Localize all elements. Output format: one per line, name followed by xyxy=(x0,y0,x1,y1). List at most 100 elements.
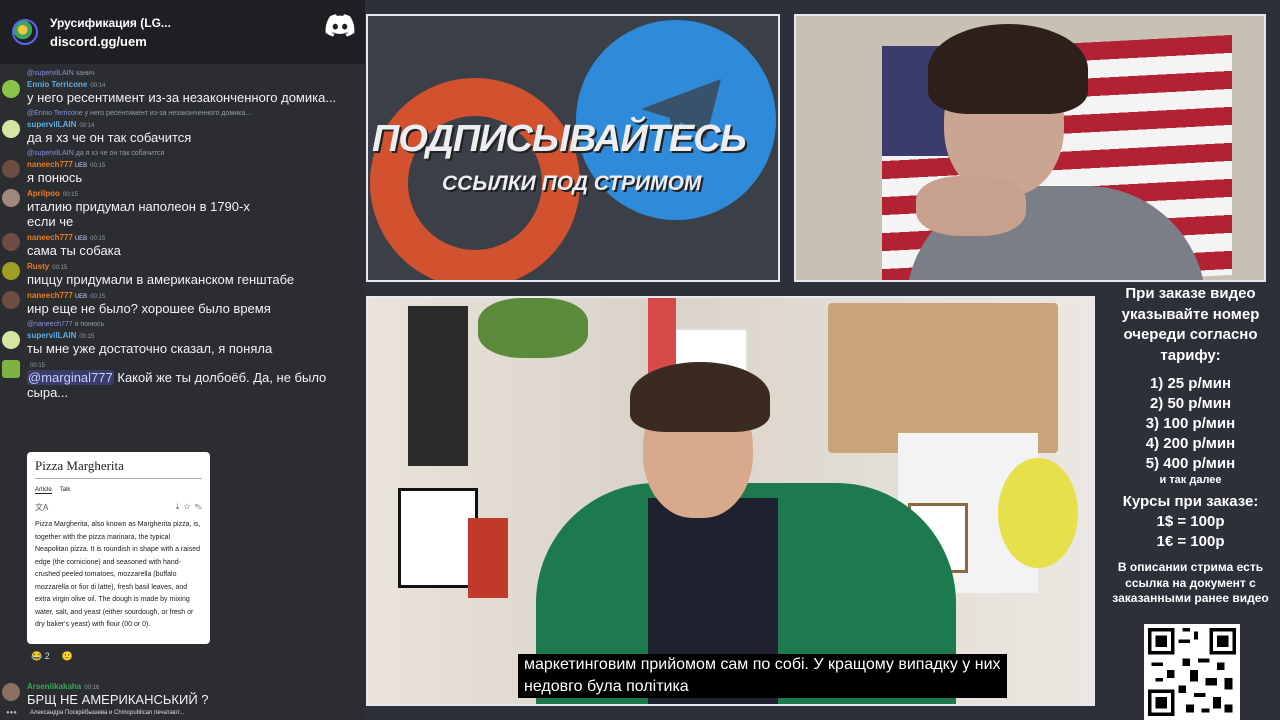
username[interactable]: Arseniikakaha xyxy=(27,682,81,691)
promo-subtitle: ССЫЛКИ ПОД СТРИМОМ xyxy=(442,172,702,195)
wiki-title: Pizza Margherita xyxy=(35,458,202,479)
wiki-tab-talk: Talk xyxy=(59,487,71,493)
username[interactable]: Aprilpoo xyxy=(27,189,60,198)
promo-panel: ПОДПИСЫВАЙТЕСЬ ССЫЛКИ ПОД СТРИМОМ xyxy=(366,14,780,282)
timestamp: 00:15 xyxy=(90,294,106,300)
message-text: да я хз че он так собачится xyxy=(27,130,192,145)
discord-logo-icon xyxy=(325,14,355,37)
order-instructions: При заказе видео указывайте номер очеред… xyxy=(1121,285,1260,364)
chat-message[interactable]: @supervilLAIN ханич Ennio Terricone 00:14… xyxy=(0,68,365,105)
user-avatar[interactable] xyxy=(2,291,20,309)
user-avatar[interactable] xyxy=(2,331,20,349)
chat-message[interactable]: Aprilpoo 00:15 италию придумал наполеон в… xyxy=(0,188,365,229)
reply-preview[interactable]: @supervilLAIN ханич xyxy=(27,68,365,79)
typing-indicator: ●●● Александра Поскрёбышева и Chmopublic… xyxy=(0,706,365,720)
star-icon: ☆ xyxy=(183,502,191,511)
username[interactable]: naneech777 xyxy=(27,291,73,300)
poster-image xyxy=(408,306,468,466)
user-avatar[interactable] xyxy=(2,189,20,207)
message-text: ты мне уже достаточно сказал, я поняла xyxy=(27,341,273,356)
chat-message[interactable]: 00:15 @marginal777 Какой же ты долбоёб. … xyxy=(0,359,365,400)
username[interactable]: naneech777 xyxy=(27,160,73,169)
rates-title: Курсы при заказе: xyxy=(1122,493,1259,510)
user-mention[interactable]: @marginal777 xyxy=(27,370,114,385)
message-text: италию придумал наполеон в 1790-х xyxy=(27,199,250,214)
subtitle-line: недовго була політика xyxy=(524,678,689,695)
edit-icon: ✎ xyxy=(194,502,202,511)
server-invite-link[interactable]: discord.gg/uem xyxy=(50,34,171,49)
tariff-item: 3) 100 р/мин xyxy=(1145,415,1236,432)
chat-message[interactable]: @supervilLAIN да я хз че он так собачитс… xyxy=(0,148,365,185)
timestamp: 00:15 xyxy=(62,192,78,198)
tariff-item: 2) 50 р/мин xyxy=(1149,395,1232,412)
tariff-item: 1) 25 р/мин xyxy=(1149,375,1232,392)
message-text: я понюсь xyxy=(27,170,83,185)
chat-panel: Урусификация (LG... discord.gg/uem @supe… xyxy=(0,0,365,720)
tariff-list: 1) 25 р/мин 2) 50 р/мин 3) 100 р/мин 4) … xyxy=(1101,374,1280,486)
message-text: инр еще не было? хорошее было время xyxy=(27,301,271,316)
message-text: пиццу придумали в американском генштабе xyxy=(27,272,295,287)
chat-message[interactable]: Arseniikakaha 00:16 БРЩ НЕ АМЕРИКАНСЬКИЙ … xyxy=(0,681,365,707)
user-avatar[interactable] xyxy=(2,120,20,138)
tariff-more: и так далее xyxy=(1159,474,1222,486)
username[interactable]: naneech777 xyxy=(27,233,73,242)
user-avatar[interactable] xyxy=(2,262,20,280)
pegboard-image xyxy=(828,303,1058,453)
timestamp: 00:16 xyxy=(84,685,100,691)
chat-message[interactable]: Rusty 00:15 пиццу придумали в американско… xyxy=(0,261,365,287)
reply-preview[interactable]: @Ennio Terricone у него ресентимент из-з… xyxy=(27,108,365,119)
message-text: сама ты собака xyxy=(27,243,121,258)
wiki-body-text: Pizza Margherita, also known as Margheri… xyxy=(35,521,201,628)
username[interactable]: Rusty xyxy=(27,262,49,271)
reply-preview[interactable]: @supervilLAIN да я хз че он так собачитс… xyxy=(27,148,365,159)
typing-text: Александра Поскрёбышева и Chmopublican п… xyxy=(30,710,185,716)
user-avatar[interactable] xyxy=(2,683,20,701)
subtitle-line: маркетинговим прийомом сам по собі. У кр… xyxy=(524,656,1001,673)
user-avatar[interactable] xyxy=(2,233,20,251)
chat-message[interactable]: naneech777 UEB 00:15 инр еще не было? хоро… xyxy=(0,290,365,316)
rate-item: 1$ = 100р xyxy=(1156,513,1225,530)
reaction-laugh[interactable]: 😂 2 xyxy=(27,650,54,663)
server-name: Урусификация (LG... xyxy=(50,15,171,30)
message-text: БРЩ НЕ АМЕРИКАНСЬКИЙ ? xyxy=(27,692,209,707)
timestamp: 00:15 xyxy=(90,236,106,242)
message-text: если че xyxy=(27,214,74,229)
qr-code-icon xyxy=(1144,624,1240,720)
flower-toy-image xyxy=(998,458,1078,568)
timestamp: 00:15 xyxy=(90,163,106,169)
webcam-panel xyxy=(794,14,1266,282)
description-note: В описании стрима есть ссылка на докумен… xyxy=(1112,560,1269,605)
username[interactable]: supervilLAIN xyxy=(27,120,76,129)
streamer-hand xyxy=(916,176,1026,236)
server-header[interactable]: Урусификация (LG... discord.gg/uem xyxy=(0,0,365,64)
user-avatar[interactable] xyxy=(2,160,20,178)
username[interactable]: Ennio Terricone xyxy=(27,80,87,89)
tariff-item: 4) 200 р/мин xyxy=(1145,435,1236,452)
timestamp: 00:15 xyxy=(79,334,95,340)
reply-preview[interactable]: @naneech777 я понюсь xyxy=(27,319,365,330)
username[interactable]: supervilLAIN xyxy=(27,331,76,340)
poster-image xyxy=(398,488,478,588)
streamer-hair xyxy=(928,24,1088,114)
timestamp: 00:15 xyxy=(52,265,68,271)
plant-image xyxy=(478,298,588,358)
wiki-image-attachment[interactable]: Pizza Margherita Article Talk 文A ⤓ ☆ ✎ P… xyxy=(27,452,210,644)
server-icon xyxy=(12,19,38,45)
subtitle-box: маркетинговим прийомом сам по собі. У кр… xyxy=(518,654,1007,698)
tariff-item: 5) 400 р/мин xyxy=(1145,455,1236,472)
host-hair xyxy=(630,362,770,432)
video-panel xyxy=(366,296,1095,706)
timestamp: 00:14 xyxy=(90,83,106,89)
user-avatar[interactable] xyxy=(2,360,20,378)
rate-item: 1€ = 100р xyxy=(1156,533,1225,550)
message-list: @supervilLAIN ханич Ennio Terricone 00:14… xyxy=(0,68,365,403)
download-icon: ⤓ xyxy=(175,502,180,511)
chat-message[interactable]: @naneech777 я понюсь supervilLAIN 00:15 т… xyxy=(0,319,365,356)
message-text: сыра... xyxy=(27,385,69,400)
chat-message[interactable]: naneech777 UEB 00:15 сама ты собака xyxy=(0,232,365,258)
chat-message[interactable]: @Ennio Terricone у него ресентимент из-з… xyxy=(0,108,365,145)
figure-image xyxy=(468,518,508,598)
reaction-add[interactable]: 🙂 xyxy=(57,650,77,663)
user-avatar[interactable] xyxy=(2,80,20,98)
timestamp: 00:14 xyxy=(79,123,95,129)
